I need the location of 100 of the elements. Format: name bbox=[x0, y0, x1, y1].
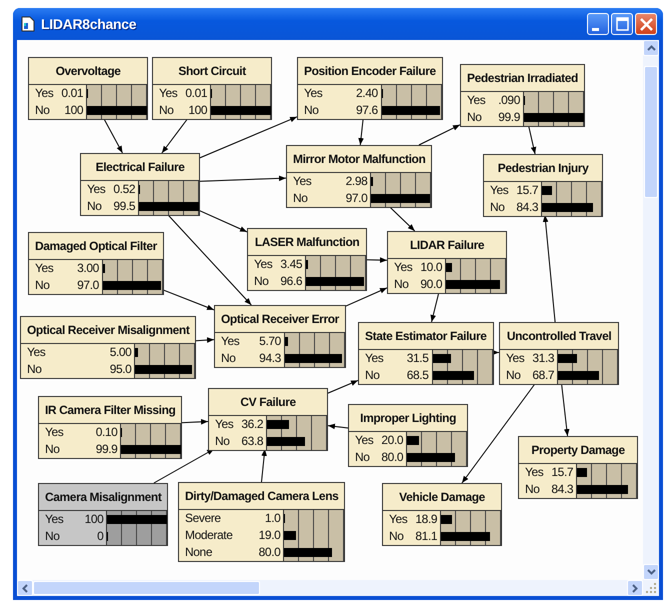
state-value: 100 bbox=[84, 511, 104, 528]
state-label: Yes bbox=[293, 173, 312, 190]
node-card[interactable]: Damaged Optical Filter Yes 3.00 No 97.0 bbox=[28, 232, 164, 295]
node-card[interactable]: LASER Malfunction Yes 3.45 No 96.6 bbox=[247, 228, 368, 291]
node-card[interactable]: Position Encoder Failure Yes 2.40 No 97.6 bbox=[297, 57, 443, 120]
resize-grip-icon[interactable] bbox=[644, 581, 658, 595]
state-label: No bbox=[490, 199, 505, 216]
window-title: LIDAR8chance bbox=[41, 16, 138, 32]
minimize-icon bbox=[592, 28, 598, 30]
node-card[interactable]: Property Damage Yes 15.7 No 84.3 bbox=[518, 436, 638, 499]
node-card[interactable]: CV Failure Yes 36.2 No 63.8 bbox=[208, 388, 328, 451]
state-value: 0.10 bbox=[96, 424, 118, 441]
scroll-left-button[interactable] bbox=[17, 580, 33, 596]
state-label: Yes bbox=[355, 432, 374, 449]
state-value: .090 bbox=[498, 92, 520, 109]
state-label: No bbox=[159, 102, 174, 119]
state-value: 0.52 bbox=[113, 181, 136, 198]
state-label: Moderate bbox=[185, 527, 232, 544]
arrow bbox=[344, 287, 388, 307]
arrow bbox=[161, 118, 189, 154]
arrow bbox=[418, 124, 460, 146]
minimize-button[interactable] bbox=[587, 13, 609, 35]
node-card[interactable]: Vehicle Damage Yes 18.9 No 81.1 bbox=[382, 483, 502, 546]
scroll-thumb[interactable] bbox=[33, 581, 260, 595]
state-label: No bbox=[304, 102, 319, 119]
node-card[interactable]: Dirty/Damaged Camera Lens Severe 1.0 Moderate 19.0 None 80.0 bbox=[178, 482, 346, 562]
state-value: 94.3 bbox=[259, 350, 281, 367]
state-label: No bbox=[254, 273, 269, 290]
close-button[interactable] bbox=[635, 13, 657, 35]
node-card[interactable]: Pedestrian Injury Yes 15.7 No 84.3 bbox=[483, 154, 604, 217]
scroll-thumb[interactable] bbox=[644, 66, 658, 198]
arrow bbox=[261, 448, 267, 482]
state-value: 2.98 bbox=[346, 173, 368, 190]
scroll-down-button[interactable] bbox=[643, 564, 659, 580]
state-value: 5.00 bbox=[110, 344, 132, 361]
node-card[interactable]: State Estimator Failure Yes 31.5 No 68.5 bbox=[358, 322, 494, 385]
horizontal-scrollbar[interactable] bbox=[17, 580, 659, 596]
state-label: Yes bbox=[254, 256, 272, 273]
state-label: Yes bbox=[304, 85, 322, 102]
state-value: 95.0 bbox=[110, 361, 132, 378]
state-label: No bbox=[293, 190, 308, 207]
state-value: 63.8 bbox=[241, 433, 264, 450]
state-value: 99.5 bbox=[113, 198, 136, 215]
state-value: 31.3 bbox=[532, 350, 554, 367]
state-label: Yes bbox=[467, 92, 486, 109]
state-value: 68.5 bbox=[406, 367, 429, 384]
node-card[interactable]: Camera Misalignment Yes 100 No 0 bbox=[38, 483, 168, 546]
node-card[interactable]: IR Camera Filter Missing Yes 0.10 No 99.9 bbox=[38, 396, 182, 459]
state-label: Yes bbox=[35, 260, 54, 277]
arrow bbox=[560, 382, 570, 436]
arrow bbox=[528, 124, 536, 154]
state-value: 19.0 bbox=[258, 527, 280, 544]
state-label: Yes bbox=[159, 85, 178, 102]
state-value: 20.0 bbox=[381, 432, 404, 449]
state-label: Yes bbox=[389, 511, 408, 528]
state-value: 15.7 bbox=[551, 464, 574, 481]
arrow bbox=[328, 424, 348, 430]
state-label: Yes bbox=[506, 350, 524, 367]
state-value: 10.0 bbox=[420, 259, 442, 276]
node-card[interactable]: Short Circuit Yes 0.01 No 100 bbox=[152, 57, 272, 120]
document-icon bbox=[21, 16, 35, 32]
state-label: Yes bbox=[365, 350, 384, 367]
node-card[interactable]: Electrical Failure Yes 0.52 No 99.5 bbox=[80, 153, 200, 216]
maximize-button[interactable] bbox=[611, 13, 633, 35]
state-value: 1.0 bbox=[264, 510, 280, 527]
state-value: 90.0 bbox=[420, 276, 442, 293]
state-label: None bbox=[185, 544, 212, 561]
state-value: 80.0 bbox=[381, 449, 404, 466]
state-value: 100 bbox=[64, 102, 84, 119]
node-card[interactable]: Mirror Motor Malfunction Yes 2.98 No 97.0 bbox=[286, 145, 432, 208]
state-label: No bbox=[506, 367, 521, 384]
arrow bbox=[103, 118, 123, 154]
state-label: No bbox=[45, 528, 60, 545]
state-value: 68.7 bbox=[532, 367, 554, 384]
node-card[interactable]: Uncontrolled Travel Yes 31.3 No 68.7 bbox=[499, 322, 620, 385]
state-label: Yes bbox=[525, 464, 544, 481]
scroll-up-button[interactable] bbox=[643, 40, 659, 56]
state-label: No bbox=[467, 109, 482, 126]
arrow bbox=[328, 380, 358, 394]
state-label: No bbox=[35, 277, 50, 294]
node-card[interactable]: Pedestrian Irradiated Yes .090 No 99.9 bbox=[460, 64, 585, 127]
node-card[interactable]: LIDAR Failure Yes 10.0 No 90.0 bbox=[387, 231, 508, 294]
node-card[interactable]: Improper Lighting Yes 20.0 No 80.0 bbox=[348, 404, 468, 467]
scroll-right-button[interactable] bbox=[627, 580, 643, 596]
node-card[interactable]: Overvoltage Yes 0.01 No 100 bbox=[28, 57, 148, 120]
close-icon bbox=[640, 18, 652, 30]
maximize-icon bbox=[616, 17, 628, 31]
state-label: Yes bbox=[87, 181, 106, 198]
state-value: 97.6 bbox=[356, 102, 378, 119]
state-value: 3.45 bbox=[280, 256, 302, 273]
state-label: Yes bbox=[490, 182, 508, 199]
arrow bbox=[153, 448, 215, 484]
state-label: No bbox=[45, 441, 60, 458]
node-card[interactable]: Optical Receiver Error Yes 5.70 No 94.3 bbox=[214, 305, 346, 368]
state-value: 96.6 bbox=[280, 273, 302, 290]
arrow bbox=[366, 257, 388, 263]
state-label: No bbox=[35, 102, 50, 119]
node-card[interactable]: Optical Receiver Misalignment Yes 5.00 No 95.0 bbox=[20, 316, 196, 379]
vertical-scrollbar[interactable] bbox=[643, 40, 659, 580]
state-label: No bbox=[389, 528, 404, 545]
